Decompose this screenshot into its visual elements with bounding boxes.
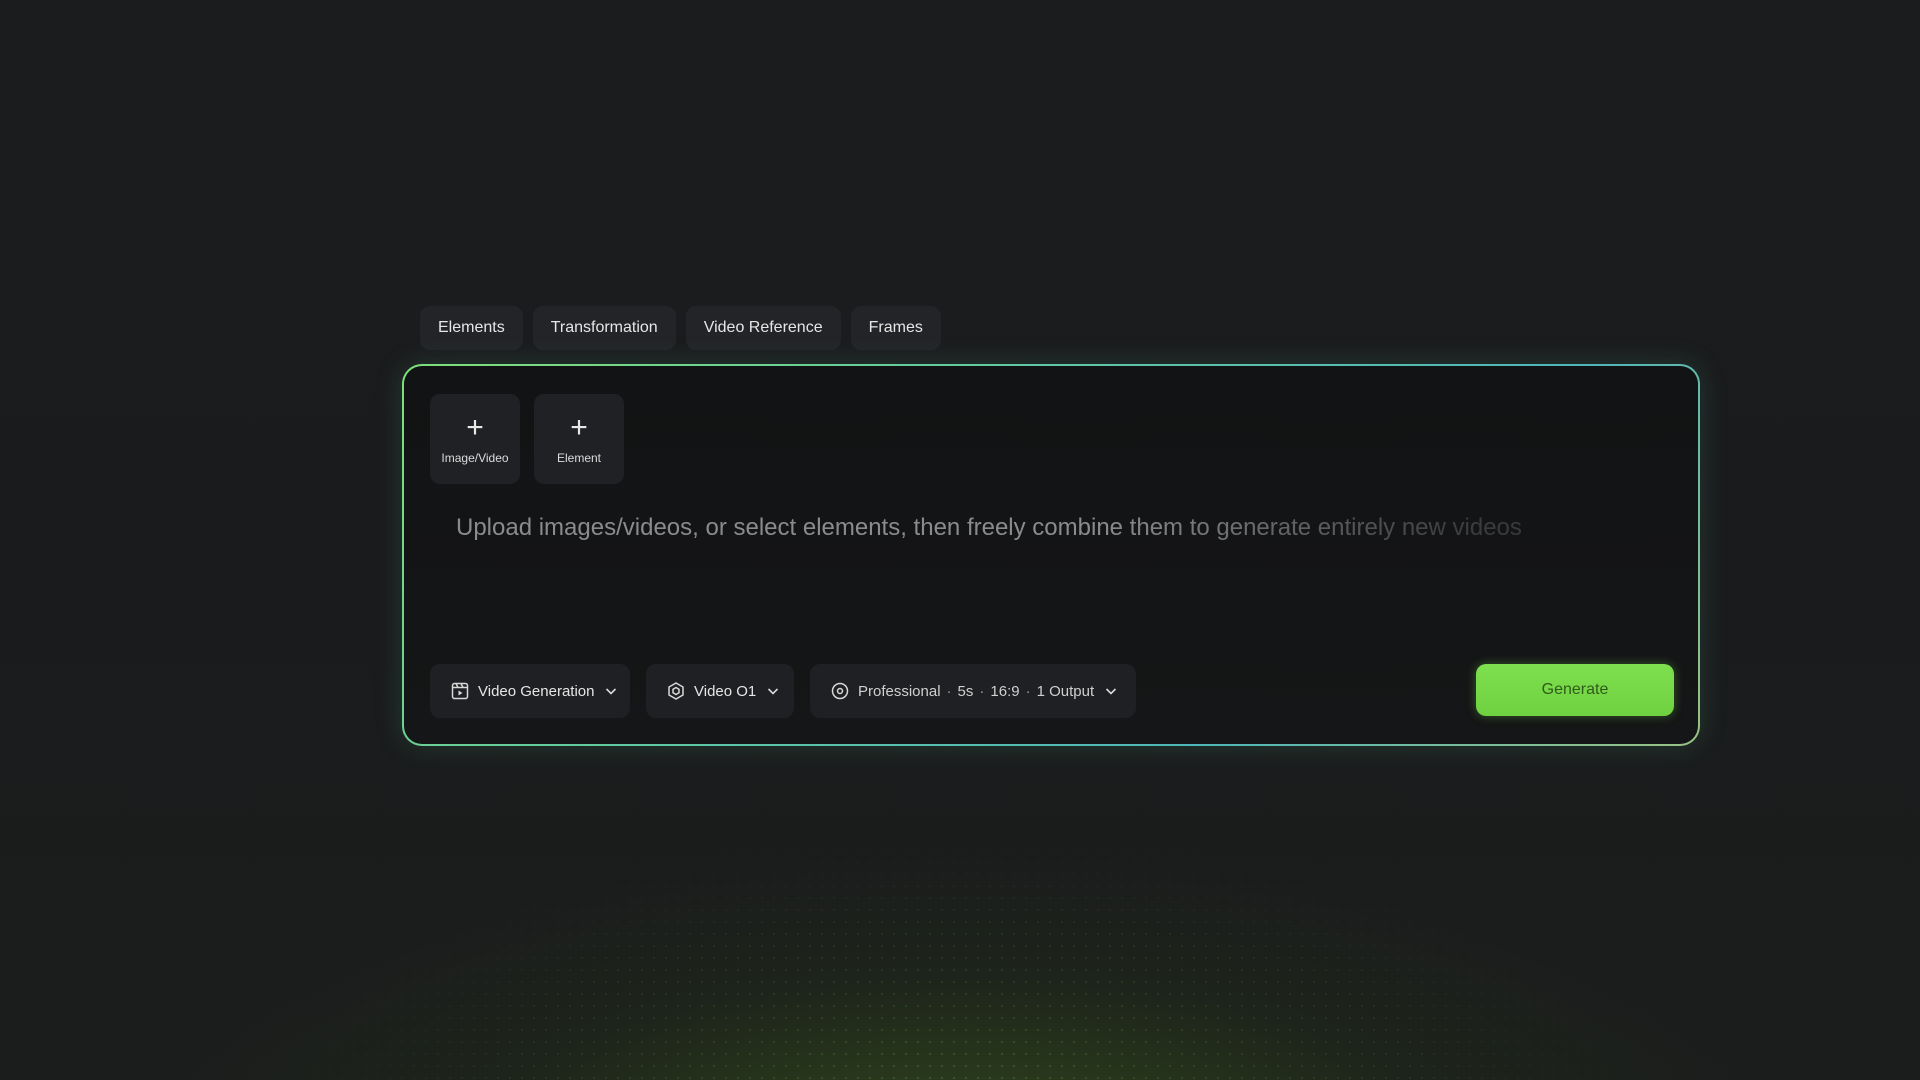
plus-icon: +: [466, 411, 484, 444]
plus-icon: +: [570, 411, 588, 444]
settings-duration: 5s: [957, 682, 974, 700]
tab-transformation[interactable]: Transformation: [532, 306, 676, 350]
chevron-down-icon: [766, 684, 780, 698]
prompt-composer-body: + Image/Video + Element Upload images/vi…: [404, 366, 1698, 744]
settings-separator: ·: [946, 682, 952, 700]
generate-button[interactable]: Generate: [1476, 664, 1674, 716]
upload-image-video-button[interactable]: + Image/Video: [430, 394, 520, 484]
settings-outputs: 1 Output: [1036, 682, 1095, 700]
settings-quality: Professional: [858, 682, 941, 700]
video-generation-icon: [450, 681, 470, 701]
hexagon-model-icon: [666, 681, 686, 701]
prompt-input[interactable]: Upload images/videos, or select elements…: [456, 514, 1636, 542]
mode-dropdown-label: Video Generation: [478, 682, 595, 700]
generation-settings-dropdown[interactable]: Professional · 5s · 16:9 · 1 Output: [810, 664, 1136, 718]
model-dropdown[interactable]: Video O1: [646, 664, 794, 718]
upload-image-video-label: Image/Video: [441, 451, 509, 465]
add-element-button[interactable]: + Element: [534, 394, 624, 484]
settings-dial-icon: [830, 681, 850, 701]
settings-separator: ·: [1025, 682, 1031, 700]
mode-dropdown[interactable]: Video Generation: [430, 664, 630, 718]
settings-ratio: 16:9: [990, 682, 1020, 700]
prompt-composer: + Image/Video + Element Upload images/vi…: [402, 364, 1700, 746]
chevron-down-icon: [604, 684, 618, 698]
background-dot-grid: [0, 760, 1920, 1080]
tab-frames[interactable]: Frames: [850, 306, 941, 350]
settings-separator: ·: [979, 682, 985, 700]
add-element-label: Element: [556, 451, 602, 465]
tab-elements[interactable]: Elements: [420, 306, 523, 350]
model-dropdown-label: Video O1: [694, 682, 757, 700]
mode-tabs: Elements Transformation Video Reference …: [420, 306, 941, 350]
tab-video-reference[interactable]: Video Reference: [685, 306, 841, 350]
chevron-down-icon: [1104, 684, 1118, 698]
